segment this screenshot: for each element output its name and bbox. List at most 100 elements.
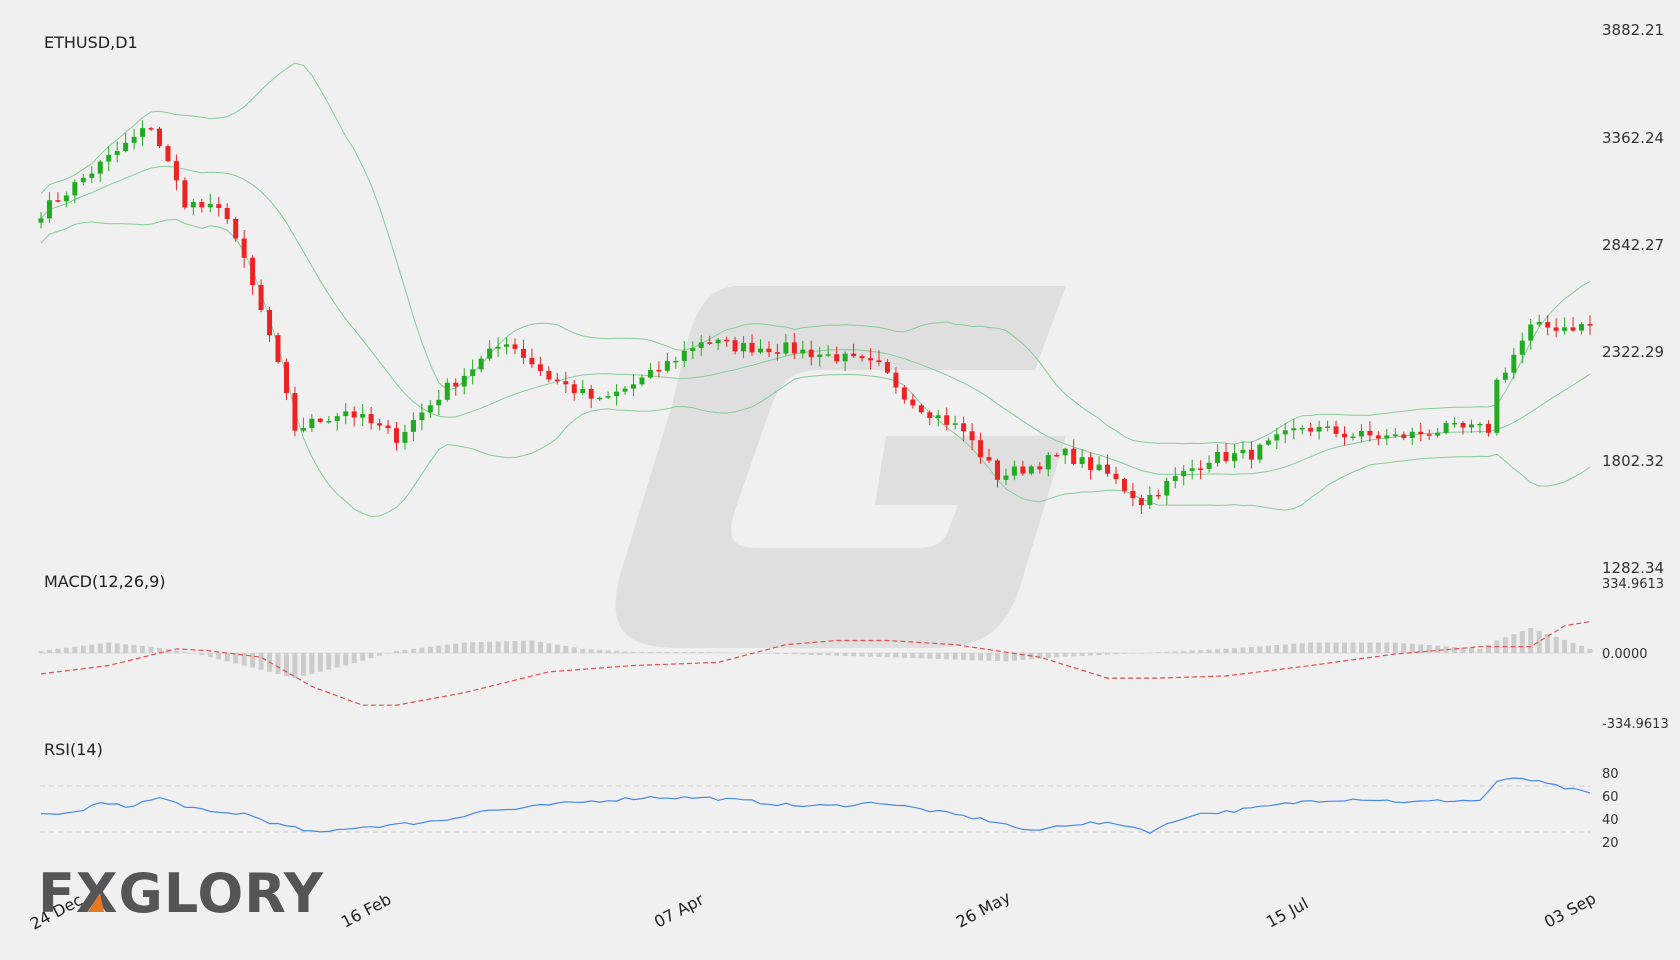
- macd-histogram-bar: [182, 651, 188, 653]
- candle-down: [563, 381, 569, 385]
- candle-up: [427, 405, 433, 413]
- candle-down: [148, 128, 154, 130]
- macd-histogram-bar: [453, 643, 459, 653]
- candle-down: [1485, 423, 1491, 433]
- candle-up: [436, 399, 442, 406]
- macd-histogram-bar: [38, 650, 44, 653]
- macd-histogram-bar: [817, 653, 823, 656]
- macd-histogram-bar: [410, 648, 416, 653]
- macd-histogram-bar: [368, 653, 374, 659]
- candle-up: [1435, 432, 1441, 436]
- candle-down: [1198, 468, 1204, 470]
- candle-down: [283, 362, 289, 394]
- macd-histogram-bar: [741, 653, 747, 654]
- candle-up: [1494, 379, 1500, 433]
- candle-up: [1299, 428, 1305, 430]
- candle-down: [368, 414, 374, 424]
- candle-down: [1375, 435, 1381, 439]
- candle-down: [766, 348, 772, 353]
- macd-histogram-bar: [1172, 651, 1178, 653]
- candle-up: [334, 416, 340, 422]
- macd-histogram-bar: [673, 651, 679, 653]
- candle-up: [1325, 426, 1331, 428]
- candle-up: [1147, 494, 1153, 505]
- candle-down: [1460, 422, 1466, 428]
- macd-histogram-bar: [334, 653, 340, 668]
- macd-histogram-bar: [1409, 643, 1415, 653]
- candle-down: [1401, 434, 1407, 439]
- candle-down: [961, 423, 967, 432]
- candle-down: [588, 388, 594, 399]
- macd-tick-label: -334.9613: [1602, 717, 1669, 732]
- macd-histogram-bar: [140, 645, 146, 653]
- macd-histogram-bar: [250, 653, 256, 668]
- candle-up: [817, 354, 823, 358]
- candle-up: [1062, 448, 1068, 456]
- candle-up: [647, 369, 653, 378]
- candle-up: [360, 414, 366, 418]
- candle-up: [631, 384, 637, 389]
- macd-histogram-bar: [512, 640, 518, 653]
- macd-histogram-bar: [444, 644, 450, 653]
- candle-down: [1308, 428, 1314, 432]
- macd-histogram-bar: [800, 653, 806, 655]
- macd-histogram-bar: [690, 651, 696, 653]
- macd-histogram-bar: [707, 652, 713, 653]
- macd-histogram-bar: [944, 653, 950, 660]
- candle-down: [1138, 498, 1144, 505]
- macd-histogram-bar: [808, 653, 814, 655]
- macd-histogram-bar: [1265, 645, 1271, 653]
- candle-up: [140, 128, 146, 137]
- candle-up: [1274, 434, 1280, 441]
- macd-histogram-bar: [1350, 642, 1356, 653]
- candle-down: [1342, 433, 1348, 438]
- macd-histogram-bar: [1215, 649, 1221, 653]
- macd-histogram-bar: [1477, 648, 1483, 653]
- macd-histogram-bar: [385, 653, 391, 654]
- macd-histogram-bar: [622, 651, 628, 653]
- brand-logo-text: FXGLORY: [38, 862, 324, 925]
- candle-up: [715, 339, 721, 344]
- candle-down: [1553, 327, 1559, 331]
- price-tick-label: 2842.27: [1602, 236, 1664, 254]
- macd-histogram-bar: [1138, 653, 1144, 654]
- macd-histogram-bar: [1079, 653, 1085, 656]
- macd-histogram-bar: [597, 649, 603, 653]
- macd-histogram-bar: [791, 653, 797, 655]
- macd-histogram-bar: [1206, 649, 1212, 653]
- candle-down: [1545, 322, 1551, 328]
- candle-up: [1579, 324, 1585, 331]
- candle-down: [978, 440, 984, 458]
- candle-up: [622, 388, 628, 392]
- candle-up: [1215, 451, 1221, 463]
- macd-histogram-bar: [1316, 642, 1322, 653]
- candle-up: [1206, 462, 1212, 469]
- candle-up: [1011, 466, 1017, 476]
- macd-histogram-bar: [72, 646, 78, 653]
- candle-up: [597, 397, 603, 400]
- macd-histogram-bar: [1121, 653, 1127, 654]
- macd-histogram-bar: [1367, 642, 1373, 653]
- macd-histogram-bar: [1071, 653, 1077, 657]
- macd-histogram-bar: [224, 653, 230, 662]
- macd-histogram-bar: [952, 653, 958, 660]
- macd-histogram-bar: [1088, 653, 1094, 656]
- macd-histogram-bar: [131, 645, 137, 653]
- candle-down: [258, 285, 264, 310]
- rsi-panel-title: RSI(14): [44, 740, 103, 759]
- macd-histogram-bar: [1587, 648, 1593, 653]
- macd-histogram-bar: [1579, 645, 1585, 653]
- macd-histogram-bar: [1435, 645, 1441, 653]
- macd-histogram-bar: [876, 653, 882, 657]
- candle-up: [673, 360, 679, 363]
- macd-histogram-bar: [910, 653, 916, 659]
- macd-histogram-bar: [994, 653, 1000, 662]
- macd-histogram-bar: [427, 646, 433, 653]
- macd-histogram-bar: [698, 651, 704, 653]
- candle-down: [385, 425, 391, 429]
- macd-histogram-bar: [351, 653, 357, 664]
- macd-histogram-bar: [504, 641, 510, 653]
- candle-down: [944, 415, 950, 425]
- candle-up: [690, 347, 696, 351]
- candle-up: [131, 136, 137, 143]
